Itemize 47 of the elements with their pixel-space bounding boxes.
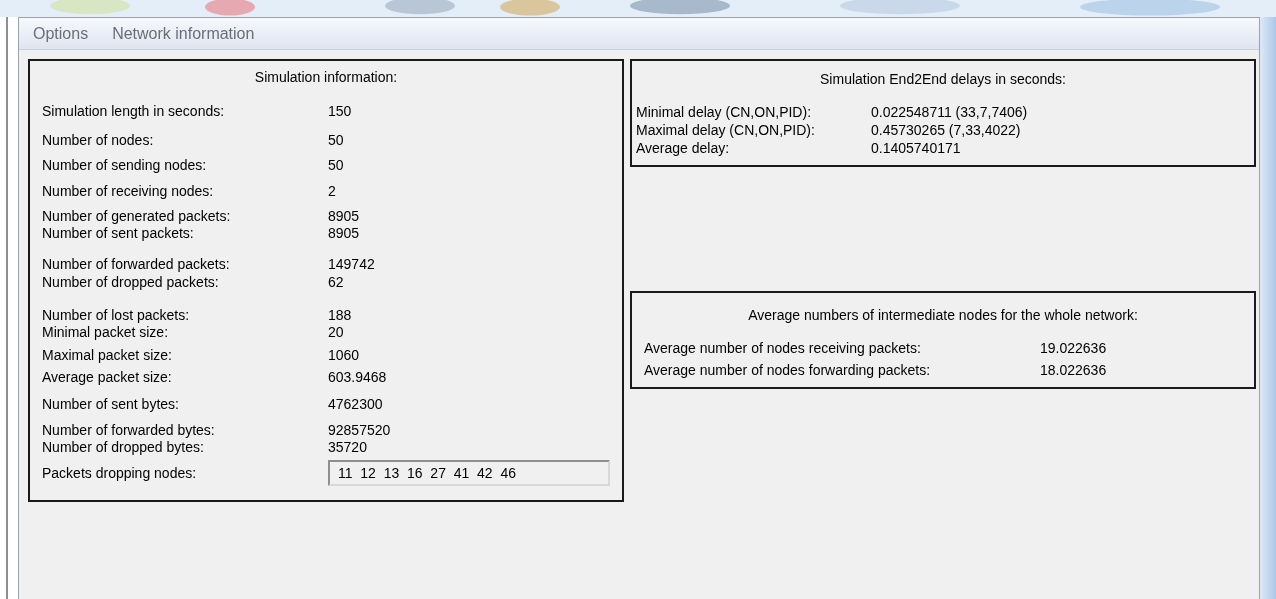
- stat-value: 149742: [328, 256, 375, 273]
- menu-item[interactable]: Network information: [112, 24, 255, 43]
- stat-value: 50: [328, 132, 344, 149]
- delay-label: Minimal delay (CN,ON,PID):: [636, 104, 813, 121]
- stat-label: Maximal packet size:: [42, 347, 173, 364]
- delay-value: 0.45730265 (7,33,4022): [871, 122, 1021, 139]
- panel-title: Simulation information:: [253, 69, 399, 85]
- stat-label: Number of nodes:: [42, 132, 155, 149]
- stat-value: 92857520: [328, 422, 391, 439]
- stat-value: 35720: [328, 439, 367, 456]
- stat-label: Packets dropping nodes:: [42, 464, 198, 482]
- average-label: Average number of nodes receiving packets:: [644, 340, 922, 357]
- stat-label: Number of sending nodes:: [42, 157, 208, 174]
- stat-label: Number of sent bytes:: [42, 396, 180, 413]
- stat-label: Number of receiving nodes:: [42, 183, 215, 200]
- stat-value: 1060: [328, 347, 360, 364]
- stat-label: Average packet size:: [42, 369, 173, 386]
- average-label: Average number of nodes forwarding packets:: [644, 362, 932, 379]
- delay-label: Average delay:: [636, 140, 731, 157]
- menu-item[interactable]: Options: [33, 24, 89, 43]
- stat-value: 8905: [328, 225, 360, 242]
- stat-label: Number of sent packets:: [42, 225, 195, 242]
- stat-label: Minimal packet size:: [42, 324, 170, 341]
- stat-value: 62: [328, 274, 344, 291]
- panel-title: Simulation End2End delays in seconds:: [819, 71, 1067, 87]
- stat-value: 8905: [328, 208, 360, 225]
- stat-label: Number of dropped bytes:: [42, 439, 205, 456]
- stat-label: Number of generated packets:: [42, 208, 232, 225]
- stat-label: Simulation length in seconds:: [42, 103, 226, 120]
- stat-value: 50: [328, 157, 344, 174]
- delay-value: 0.1405740171: [871, 140, 961, 157]
- average-value: 19.022636: [1040, 340, 1107, 357]
- stat-label: Number of dropped packets:: [42, 274, 220, 291]
- stat-value: 20: [328, 324, 344, 341]
- panel-title: Average numbers of intermediate nodes for the whole network:: [747, 307, 1139, 323]
- dropping-nodes-field[interactable]: 11 12 13 16 27 41 42 46: [328, 460, 610, 486]
- stat-label: Number of forwarded bytes:: [42, 422, 216, 439]
- stat-value: 603.9468: [328, 369, 387, 386]
- stat-label: Number of lost packets:: [42, 307, 191, 324]
- average-value: 18.022636: [1040, 362, 1107, 379]
- stat-value: 150: [328, 103, 352, 120]
- delay-label: Maximal delay (CN,ON,PID):: [636, 122, 816, 139]
- stat-value: 2: [328, 183, 336, 200]
- stat-value: 4762300: [328, 396, 383, 413]
- stat-label: Number of forwarded packets:: [42, 256, 231, 273]
- stat-value: 188: [328, 307, 352, 324]
- delay-value: 0.022548711 (33,7,7406): [871, 104, 1028, 121]
